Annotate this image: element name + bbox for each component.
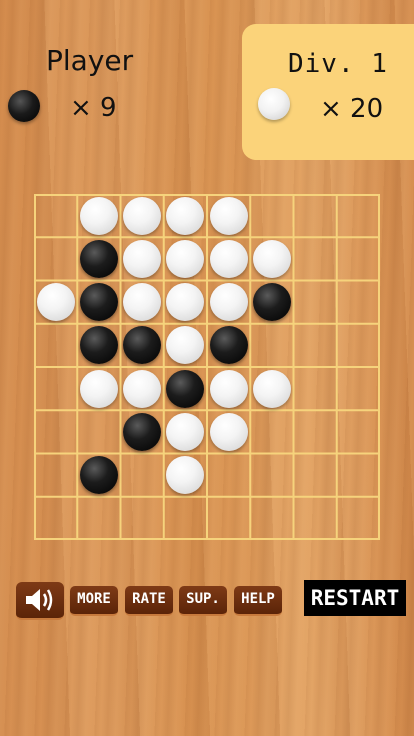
opponent-panel: Div. 1 × 20: [242, 24, 414, 160]
sound-toggle-button[interactable]: [16, 582, 64, 620]
black-stone: [166, 369, 205, 408]
restart-button[interactable]: RESTART: [304, 580, 406, 616]
black-stone: [79, 326, 118, 365]
black-stone: [79, 456, 118, 495]
player-label: Player: [46, 44, 134, 77]
white-stone: [209, 239, 248, 278]
rate-button[interactable]: RATE: [125, 586, 173, 616]
white-stone: [79, 369, 118, 408]
white-stone: [166, 239, 205, 278]
black-stone: [209, 326, 248, 365]
black-stone: [252, 283, 291, 322]
white-stone: [79, 196, 118, 235]
white-stone: [123, 239, 162, 278]
white-stone: [36, 283, 75, 322]
opponent-stone-count: × 20: [320, 94, 384, 124]
game-board[interactable]: [34, 194, 380, 540]
white-stone: [123, 196, 162, 235]
speaker-icon: [26, 589, 53, 611]
white-stone: [252, 239, 291, 278]
support-button[interactable]: SUP.: [179, 586, 227, 616]
white-stone: [166, 412, 205, 451]
more-button[interactable]: MORE: [70, 586, 118, 616]
white-stone: [123, 369, 162, 408]
black-stone: [123, 412, 162, 451]
white-stone: [209, 412, 248, 451]
help-button[interactable]: HELP: [234, 586, 282, 616]
black-stone: [79, 283, 118, 322]
white-stone: [209, 283, 248, 322]
white-stone: [209, 196, 248, 235]
white-stone: [252, 369, 291, 408]
opponent-white-stone-icon: [258, 88, 290, 120]
opponent-label: Div. 1: [288, 49, 388, 79]
white-stone: [166, 196, 205, 235]
black-stone: [79, 239, 118, 278]
white-stone: [209, 369, 248, 408]
white-stone: [123, 283, 162, 322]
player-black-stone-icon: [8, 90, 40, 122]
player-stone-count: × 9: [70, 93, 117, 123]
